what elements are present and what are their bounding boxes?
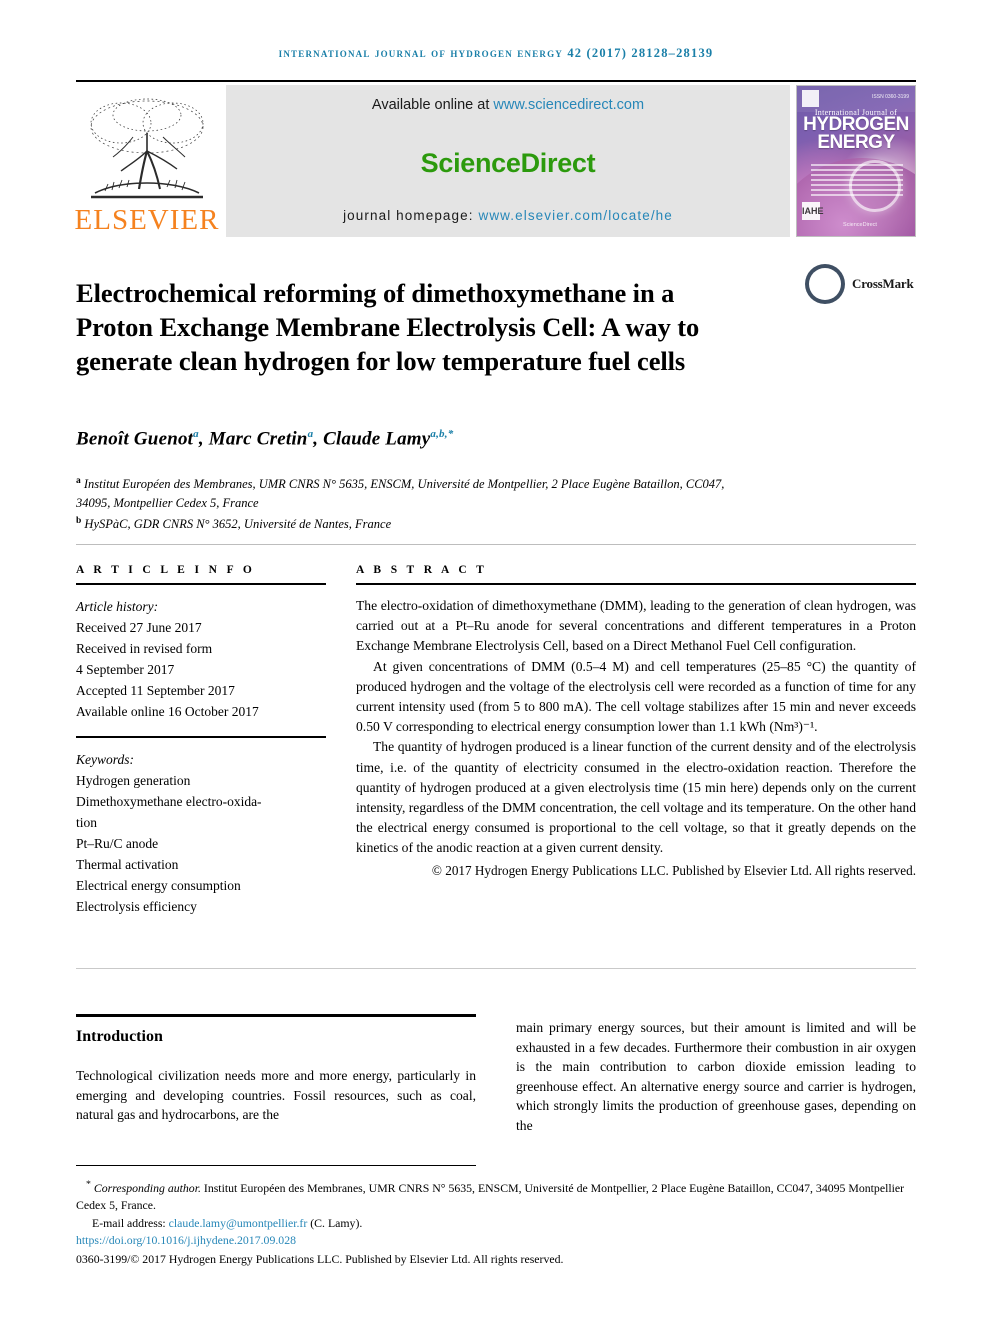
keyword-item: Electrical energy consumption [76, 878, 241, 893]
cover-title-main: HYDROGEN ENERGY [797, 115, 915, 153]
running-head: INTERNATIONAL JOURNAL OF HYDROGEN ENERGY… [278, 46, 714, 60]
keyword-item: Thermal activation [76, 857, 179, 872]
affiliation-marker: b [76, 516, 82, 527]
footnote-rule [76, 1165, 476, 1166]
author-name: Marc Cretin [208, 428, 308, 450]
journal-cover-thumbnail[interactable]: ISSN 0360-3199 International Journal of … [796, 85, 916, 237]
section-heading-introduction: Introduction [76, 1028, 163, 1045]
corresponding-marker: * [86, 1179, 91, 1190]
author-name: Claude Lamy [323, 428, 431, 450]
abstract-rule [356, 583, 916, 585]
sciencedirect-logo: ScienceDirect [420, 148, 596, 178]
keyword-item: Dimethoxymethane electro-oxida- [76, 794, 262, 809]
article-history-heading: Article history: [76, 599, 159, 614]
cover-iahe-badge: IAHE [802, 202, 824, 220]
crossmark-label: CrossMark [852, 276, 914, 291]
affiliation-text: HySPàC, GDR CNRS N° 3652, Université de … [84, 517, 392, 532]
author-name: Benoît Guenot [76, 428, 194, 450]
body-text-left-column: Technological civilization needs more an… [76, 1068, 476, 1123]
issn-copyright-line: 0360-3199/© 2017 Hydrogen Energy Publica… [76, 1251, 564, 1266]
history-item: Available online 16 October 2017 [76, 704, 259, 719]
author-list: Benoît Guenota, Marc Cretina, Claude Lam… [76, 428, 454, 450]
history-item: Received 27 June 2017 [76, 620, 202, 635]
journal-homepage-link[interactable]: www.elsevier.com/locate/he [478, 208, 672, 223]
abstract-paragraph: The quantity of hydrogen produced is a l… [356, 739, 916, 856]
email-label: E-mail address: [92, 1215, 169, 1230]
corresponding-author-note: * Corresponding author. Institut Europée… [76, 1176, 916, 1215]
cover-title-line3: ENERGY [817, 132, 895, 153]
body-section-divider [76, 968, 916, 969]
history-item: Received in revised form [76, 641, 213, 656]
corresponding-author-address: Institut Européen des Membranes, UMR CNR… [76, 1180, 905, 1213]
email-suffix: (C. Lamy). [307, 1215, 363, 1230]
affiliation-marker: a [76, 476, 81, 486]
elsevier-logo: ELSEVIER [74, 85, 220, 237]
info-section-divider [76, 544, 916, 545]
abstract-copyright: © 2017 Hydrogen Energy Publications LLC.… [431, 862, 916, 878]
journal-article-page: INTERNATIONAL JOURNAL OF HYDROGEN ENERGY… [0, 0, 992, 1323]
author-affil-marker[interactable]: a,b,* [430, 428, 453, 440]
journal-homepage-label: journal homepage: [343, 208, 479, 223]
sciencedirect-banner: Available online at www.sciencedirect.co… [226, 85, 790, 237]
keywords-block: Keywords: Hydrogen generation Dimethoxym… [76, 749, 326, 917]
keyword-item: Pt–Ru/C anode [76, 836, 159, 851]
keyword-item: tion [76, 815, 98, 830]
affiliation-list: a Institut Européen des Membranes, UMR C… [76, 472, 726, 534]
cover-publisher-badge [802, 90, 819, 107]
masthead: ELSEVIER Available online at www.science… [74, 85, 916, 237]
available-online-label: Available online at [371, 97, 494, 113]
sciencedirect-link[interactable]: www.sciencedirect.com [493, 97, 644, 113]
header-rule [76, 80, 916, 82]
abstract-column: A B S T R A C T The electro-oxidation of… [356, 564, 916, 881]
article-info-rule [76, 583, 326, 585]
affiliation-text: Institut Européen des Membranes, UMR CNR… [76, 477, 725, 510]
body-text-right-column: main primary energy sources, but their a… [516, 1020, 916, 1133]
corresponding-author-label: Corresponding author. [93, 1180, 201, 1195]
crossmark-badge[interactable]: CrossMark [805, 262, 923, 306]
keyword-item: Hydrogen generation [76, 773, 191, 788]
cover-footer-label: ScienceDirect [843, 222, 877, 228]
page-title: Electrochemical reforming of dimethoxyme… [76, 277, 700, 376]
author-affil-marker[interactable]: a [193, 428, 199, 440]
author-affil-marker[interactable]: a [308, 428, 314, 440]
elsevier-tree-icon [90, 98, 204, 199]
abstract-heading: A B S T R A C T [356, 564, 488, 576]
doi-link[interactable]: https://doi.org/10.1016/j.ijhydene.2017.… [76, 1232, 916, 1249]
affiliation-item: b HySPàC, GDR CNRS N° 3652, Université d… [76, 512, 726, 534]
cover-issn: ISSN 0360-3199 [872, 94, 909, 100]
crossmark-icon [805, 264, 845, 304]
author-email-link[interactable]: claude.lamy@umontpellier.fr [169, 1216, 308, 1230]
available-online-line: Available online at www.sciencedirect.co… [372, 97, 644, 113]
introduction-rule [76, 1014, 476, 1017]
keywords-rule [76, 736, 326, 738]
article-history: Article history: Received 27 June 2017 R… [76, 596, 326, 722]
email-note: E-mail address: claude.lamy@umontpellier… [76, 1215, 916, 1232]
affiliation-item: a Institut Européen des Membranes, UMR C… [76, 472, 726, 512]
history-item: Accepted 11 September 2017 [76, 683, 235, 698]
article-info-column: A R T I C L E I N F O Article history: R… [76, 564, 326, 917]
journal-homepage-line: journal homepage: www.elsevier.com/locat… [343, 208, 673, 223]
keyword-item: Electrolysis efficiency [76, 899, 197, 914]
page-footer: * Corresponding author. Institut Europée… [76, 1176, 916, 1268]
abstract-paragraph: At given concentrations of DMM (0.5–4 M)… [356, 658, 916, 735]
cover-ring-decoration [849, 160, 901, 212]
keywords-heading: Keywords: [76, 752, 134, 767]
elsevier-wordmark: ELSEVIER [74, 204, 220, 236]
article-info-heading: A R T I C L E I N F O [76, 564, 256, 576]
history-item: 4 September 2017 [76, 662, 175, 677]
abstract-paragraph: The electro-oxidation of dimethoxymethan… [356, 598, 916, 654]
